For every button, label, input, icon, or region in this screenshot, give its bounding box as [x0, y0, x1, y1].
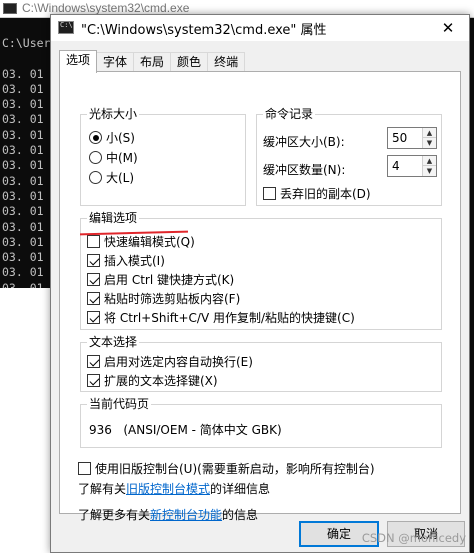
- buffer-count-value[interactable]: 4: [392, 159, 400, 173]
- insert-mode-option[interactable]: 插入模式(I): [87, 252, 165, 269]
- cursor-medium-option[interactable]: 中(M): [89, 149, 138, 166]
- radio-small[interactable]: [89, 131, 102, 144]
- code-page-value: 936 (ANSI/OEM - 简体中文 GBK): [89, 423, 282, 437]
- cursor-small-label: 小(S): [106, 131, 135, 145]
- tab-font[interactable]: 字体: [96, 52, 135, 72]
- options-panel: 光标大小 小(S) 中(M) 大(L) 命令记录 缓冲区大小(B): 50 ▲: [59, 71, 461, 522]
- tab-strip: 选项 字体 布局 颜色 终端: [59, 50, 246, 73]
- quick-edit-checkbox[interactable]: [87, 235, 100, 248]
- edit-options-group: 编辑选项 快速编辑模式(Q) 插入模式(I) 启用 Ctrl 键快捷方式(K) …: [80, 210, 442, 330]
- command-history-group: 命令记录 缓冲区大小(B): 50 ▲ ▼ 缓冲区数量(N): 4 ▲ ▼ 丢弃…: [256, 106, 442, 206]
- dialog-titlebar[interactable]: "C:\Windows\system32\cmd.exe" 属性 ✕: [51, 15, 469, 41]
- cursor-large-label: 大(L): [106, 171, 135, 185]
- legacy-mode-link[interactable]: 旧版控制台模式: [126, 480, 210, 497]
- legacy-info-line: 了解有关 旧版控制台模式 的详细信息: [78, 480, 270, 497]
- quick-edit-option[interactable]: 快速编辑模式(Q): [87, 233, 195, 250]
- code-page-group: 当前代码页 936 (ANSI/OEM - 简体中文 GBK): [80, 396, 442, 448]
- code-page-label: 当前代码页: [87, 396, 152, 412]
- new-features-link[interactable]: 新控制台功能: [150, 506, 222, 523]
- filter-clipboard-label: 粘贴时筛选剪贴板内容(F): [104, 292, 241, 306]
- extended-keys-checkbox[interactable]: [87, 374, 100, 387]
- text-selection-label: 文本选择: [87, 334, 140, 350]
- insert-mode-label: 插入模式(I): [104, 254, 165, 268]
- insert-mode-checkbox[interactable]: [87, 254, 100, 267]
- background-panel: [0, 288, 56, 553]
- wrap-selection-checkbox[interactable]: [87, 355, 100, 368]
- cursor-small-option[interactable]: 小(S): [89, 129, 135, 146]
- extended-keys-option[interactable]: 扩展的文本选择键(X): [87, 372, 218, 389]
- discard-duplicates-label: 丢弃旧的副本(D): [280, 187, 371, 201]
- buffer-count-spin-buttons[interactable]: ▲ ▼: [422, 156, 436, 176]
- cursor-size-group: 光标大小 小(S) 中(M) 大(L): [80, 106, 246, 206]
- watermark: CSDN @monicedy: [361, 531, 466, 545]
- legacy-console-option[interactable]: 使用旧版控制台(U)(需要重新启动，影响所有控制台): [78, 460, 375, 477]
- spin-down-icon[interactable]: ▼: [423, 166, 436, 176]
- discard-duplicates-option[interactable]: 丢弃旧的副本(D): [263, 185, 371, 202]
- spin-up-icon[interactable]: ▲: [423, 156, 436, 166]
- command-history-label: 命令记录: [263, 106, 316, 122]
- discard-duplicates-checkbox[interactable]: [263, 187, 276, 200]
- buffer-count-label: 缓冲区数量(N):: [263, 163, 346, 177]
- buffer-size-value[interactable]: 50: [392, 131, 407, 145]
- filter-clipboard-option[interactable]: 粘贴时筛选剪贴板内容(F): [87, 290, 240, 307]
- spin-up-icon[interactable]: ▲: [423, 128, 436, 138]
- tab-layout[interactable]: 布局: [133, 52, 172, 72]
- close-icon[interactable]: ✕: [433, 17, 463, 39]
- ctrl-shortcuts-option[interactable]: 启用 Ctrl 键快捷方式(K): [87, 271, 234, 288]
- copy-paste-checkbox[interactable]: [87, 311, 100, 324]
- quick-edit-label: 快速编辑模式(Q): [104, 235, 195, 249]
- properties-dialog: "C:\Windows\system32\cmd.exe" 属性 ✕ 选项 字体…: [50, 14, 470, 553]
- buffer-count-stepper[interactable]: 4 ▲ ▼: [387, 155, 437, 177]
- cursor-medium-label: 中(M): [106, 151, 138, 165]
- filter-clipboard-checkbox[interactable]: [87, 292, 100, 305]
- new-features-info-line: 了解更多有关 新控制台功能 的信息: [78, 506, 258, 523]
- console-icon: [3, 3, 17, 14]
- buffer-size-label: 缓冲区大小(B):: [263, 135, 345, 149]
- ctrl-shortcuts-label: 启用 Ctrl 键快捷方式(K): [104, 273, 235, 287]
- text-selection-group: 文本选择 启用对选定内容自动换行(E) 扩展的文本选择键(X): [80, 334, 442, 392]
- buffer-size-stepper[interactable]: 50 ▲ ▼: [387, 127, 437, 149]
- wrap-selection-label: 启用对选定内容自动换行(E): [104, 355, 253, 369]
- edit-options-label: 编辑选项: [87, 210, 140, 226]
- cursor-large-option[interactable]: 大(L): [89, 169, 134, 186]
- spin-down-icon[interactable]: ▼: [423, 138, 436, 148]
- copy-paste-shortcut-option[interactable]: 将 Ctrl+Shift+C/V 用作复制/粘贴的快捷键(C): [87, 309, 355, 326]
- new-features-prefix: 了解更多有关: [78, 508, 151, 522]
- new-features-suffix: 的信息: [222, 508, 259, 522]
- legacy-console-checkbox[interactable]: [78, 462, 91, 475]
- tab-options[interactable]: 选项: [59, 50, 98, 73]
- extended-keys-label: 扩展的文本选择键(X): [104, 374, 218, 388]
- tab-colors[interactable]: 颜色: [170, 52, 209, 72]
- legacy-console-label: 使用旧版控制台(U)(需要重新启动，影响所有控制台): [95, 462, 375, 476]
- ctrl-shortcuts-checkbox[interactable]: [87, 273, 100, 286]
- copy-paste-label: 将 Ctrl+Shift+C/V 用作复制/粘贴的快捷键(C): [104, 311, 355, 325]
- radio-large[interactable]: [89, 171, 102, 184]
- legacy-info-suffix: 的详细信息: [210, 482, 271, 496]
- dialog-title: "C:\Windows\system32\cmd.exe" 属性: [81, 23, 327, 38]
- radio-medium[interactable]: [89, 151, 102, 164]
- cmd-icon: [58, 21, 74, 34]
- wrap-selection-option[interactable]: 启用对选定内容自动换行(E): [87, 353, 253, 370]
- tab-terminal[interactable]: 终端: [207, 52, 246, 72]
- cursor-size-label: 光标大小: [87, 106, 140, 122]
- buffer-size-spin-buttons[interactable]: ▲ ▼: [422, 128, 436, 148]
- background-title: C:\Windows\system32\cmd.exe: [22, 1, 190, 15]
- legacy-info-prefix: 了解有关: [78, 482, 127, 496]
